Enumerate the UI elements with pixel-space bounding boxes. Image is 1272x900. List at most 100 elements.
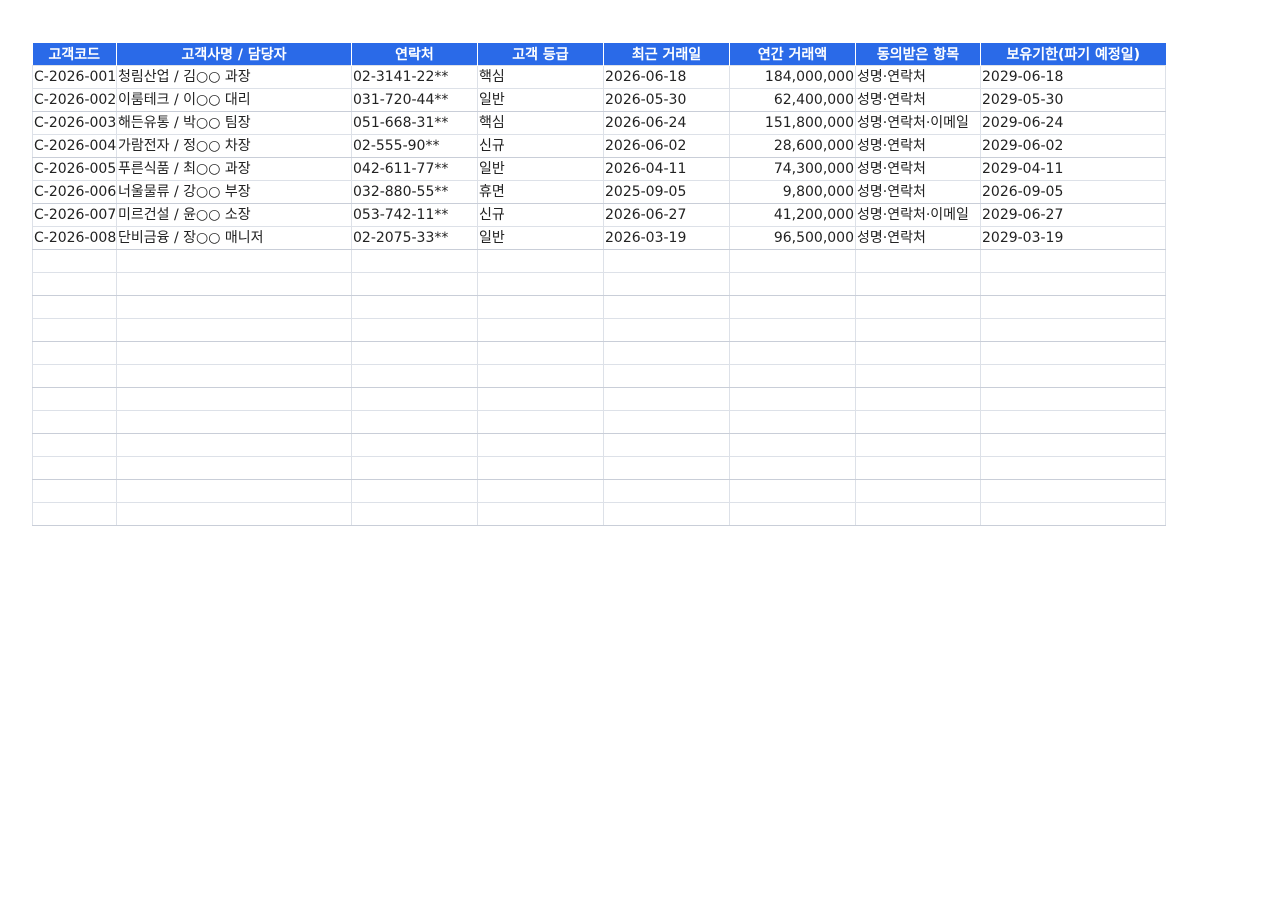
cell-grade[interactable]: 일반	[477, 157, 604, 181]
empty-cell[interactable]	[729, 479, 856, 503]
empty-cell[interactable]	[980, 479, 1166, 503]
empty-cell[interactable]	[351, 364, 478, 388]
cell-retention-date[interactable]: 2029-06-02	[980, 134, 1166, 158]
empty-cell[interactable]	[729, 364, 856, 388]
cell-grade[interactable]: 일반	[477, 226, 604, 250]
empty-cell[interactable]	[855, 364, 981, 388]
cell-company-contact[interactable]: 이룸테크 / 이○○ 대리	[116, 88, 352, 112]
cell-grade[interactable]: 핵심	[477, 65, 604, 89]
cell-annual-amount[interactable]: 62,400,000	[729, 88, 856, 112]
empty-cell[interactable]	[603, 249, 730, 273]
empty-cell[interactable]	[603, 318, 730, 342]
empty-cell[interactable]	[116, 272, 352, 296]
empty-cell[interactable]	[32, 341, 117, 365]
cell-grade[interactable]: 핵심	[477, 111, 604, 135]
empty-cell[interactable]	[32, 456, 117, 480]
empty-cell[interactable]	[855, 341, 981, 365]
empty-cell[interactable]	[855, 295, 981, 319]
empty-cell[interactable]	[477, 479, 604, 503]
empty-cell[interactable]	[729, 249, 856, 273]
empty-cell[interactable]	[729, 318, 856, 342]
empty-cell[interactable]	[980, 295, 1166, 319]
empty-cell[interactable]	[477, 272, 604, 296]
empty-cell[interactable]	[477, 364, 604, 388]
empty-cell[interactable]	[116, 341, 352, 365]
empty-cell[interactable]	[32, 387, 117, 411]
empty-cell[interactable]	[116, 502, 352, 526]
empty-cell[interactable]	[729, 272, 856, 296]
empty-cell[interactable]	[729, 433, 856, 457]
empty-cell[interactable]	[32, 272, 117, 296]
empty-cell[interactable]	[351, 410, 478, 434]
header-annual-amount[interactable]: 연간 거래액	[729, 43, 856, 66]
empty-cell[interactable]	[603, 410, 730, 434]
cell-retention-date[interactable]: 2029-04-11	[980, 157, 1166, 181]
empty-cell[interactable]	[351, 295, 478, 319]
empty-cell[interactable]	[32, 479, 117, 503]
cell-customer-code[interactable]: C-2026-002	[32, 88, 117, 112]
cell-company-contact[interactable]: 푸른식품 / 최○○ 과장	[116, 157, 352, 181]
empty-cell[interactable]	[980, 387, 1166, 411]
empty-cell[interactable]	[477, 249, 604, 273]
cell-customer-code[interactable]: C-2026-005	[32, 157, 117, 181]
empty-cell[interactable]	[603, 479, 730, 503]
empty-cell[interactable]	[116, 456, 352, 480]
cell-consent-items[interactable]: 성명·연락처	[855, 88, 981, 112]
cell-phone[interactable]: 053-742-11**	[351, 203, 478, 227]
empty-cell[interactable]	[32, 249, 117, 273]
cell-customer-code[interactable]: C-2026-006	[32, 180, 117, 204]
cell-phone[interactable]: 02-2075-33**	[351, 226, 478, 250]
empty-cell[interactable]	[477, 341, 604, 365]
empty-cell[interactable]	[855, 249, 981, 273]
cell-company-contact[interactable]: 가람전자 / 정○○ 차장	[116, 134, 352, 158]
empty-cell[interactable]	[729, 410, 856, 434]
empty-cell[interactable]	[32, 295, 117, 319]
empty-cell[interactable]	[116, 479, 352, 503]
empty-cell[interactable]	[980, 318, 1166, 342]
empty-cell[interactable]	[116, 295, 352, 319]
empty-cell[interactable]	[351, 433, 478, 457]
empty-cell[interactable]	[855, 318, 981, 342]
empty-cell[interactable]	[351, 249, 478, 273]
empty-cell[interactable]	[32, 364, 117, 388]
header-grade[interactable]: 고객 등급	[477, 43, 604, 66]
cell-last-trade-date[interactable]: 2026-06-24	[603, 111, 730, 135]
cell-grade[interactable]: 일반	[477, 88, 604, 112]
empty-cell[interactable]	[116, 318, 352, 342]
cell-annual-amount[interactable]: 41,200,000	[729, 203, 856, 227]
empty-cell[interactable]	[603, 364, 730, 388]
cell-phone[interactable]: 02-3141-22**	[351, 65, 478, 89]
empty-cell[interactable]	[351, 341, 478, 365]
cell-last-trade-date[interactable]: 2025-09-05	[603, 180, 730, 204]
empty-cell[interactable]	[729, 502, 856, 526]
cell-last-trade-date[interactable]: 2026-04-11	[603, 157, 730, 181]
empty-cell[interactable]	[351, 272, 478, 296]
cell-consent-items[interactable]: 성명·연락처	[855, 226, 981, 250]
empty-cell[interactable]	[351, 456, 478, 480]
empty-cell[interactable]	[855, 410, 981, 434]
cell-company-contact[interactable]: 단비금융 / 장○○ 매니저	[116, 226, 352, 250]
cell-annual-amount[interactable]: 9,800,000	[729, 180, 856, 204]
cell-company-contact[interactable]: 너울물류 / 강○○ 부장	[116, 180, 352, 204]
empty-cell[interactable]	[32, 410, 117, 434]
cell-grade[interactable]: 신규	[477, 134, 604, 158]
header-retention-date[interactable]: 보유기한(파기 예정일)	[980, 43, 1166, 66]
cell-annual-amount[interactable]: 184,000,000	[729, 65, 856, 89]
empty-cell[interactable]	[603, 341, 730, 365]
cell-customer-code[interactable]: C-2026-004	[32, 134, 117, 158]
empty-cell[interactable]	[32, 502, 117, 526]
cell-customer-code[interactable]: C-2026-007	[32, 203, 117, 227]
cell-last-trade-date[interactable]: 2026-05-30	[603, 88, 730, 112]
cell-retention-date[interactable]: 2029-06-24	[980, 111, 1166, 135]
empty-cell[interactable]	[855, 502, 981, 526]
empty-cell[interactable]	[603, 456, 730, 480]
cell-consent-items[interactable]: 성명·연락처·이메일	[855, 203, 981, 227]
empty-cell[interactable]	[855, 272, 981, 296]
header-customer-code[interactable]: 고객코드	[32, 43, 117, 66]
cell-phone[interactable]: 042-611-77**	[351, 157, 478, 181]
cell-last-trade-date[interactable]: 2026-06-27	[603, 203, 730, 227]
cell-retention-date[interactable]: 2029-05-30	[980, 88, 1166, 112]
empty-cell[interactable]	[351, 479, 478, 503]
cell-retention-date[interactable]: 2029-06-27	[980, 203, 1166, 227]
empty-cell[interactable]	[980, 502, 1166, 526]
